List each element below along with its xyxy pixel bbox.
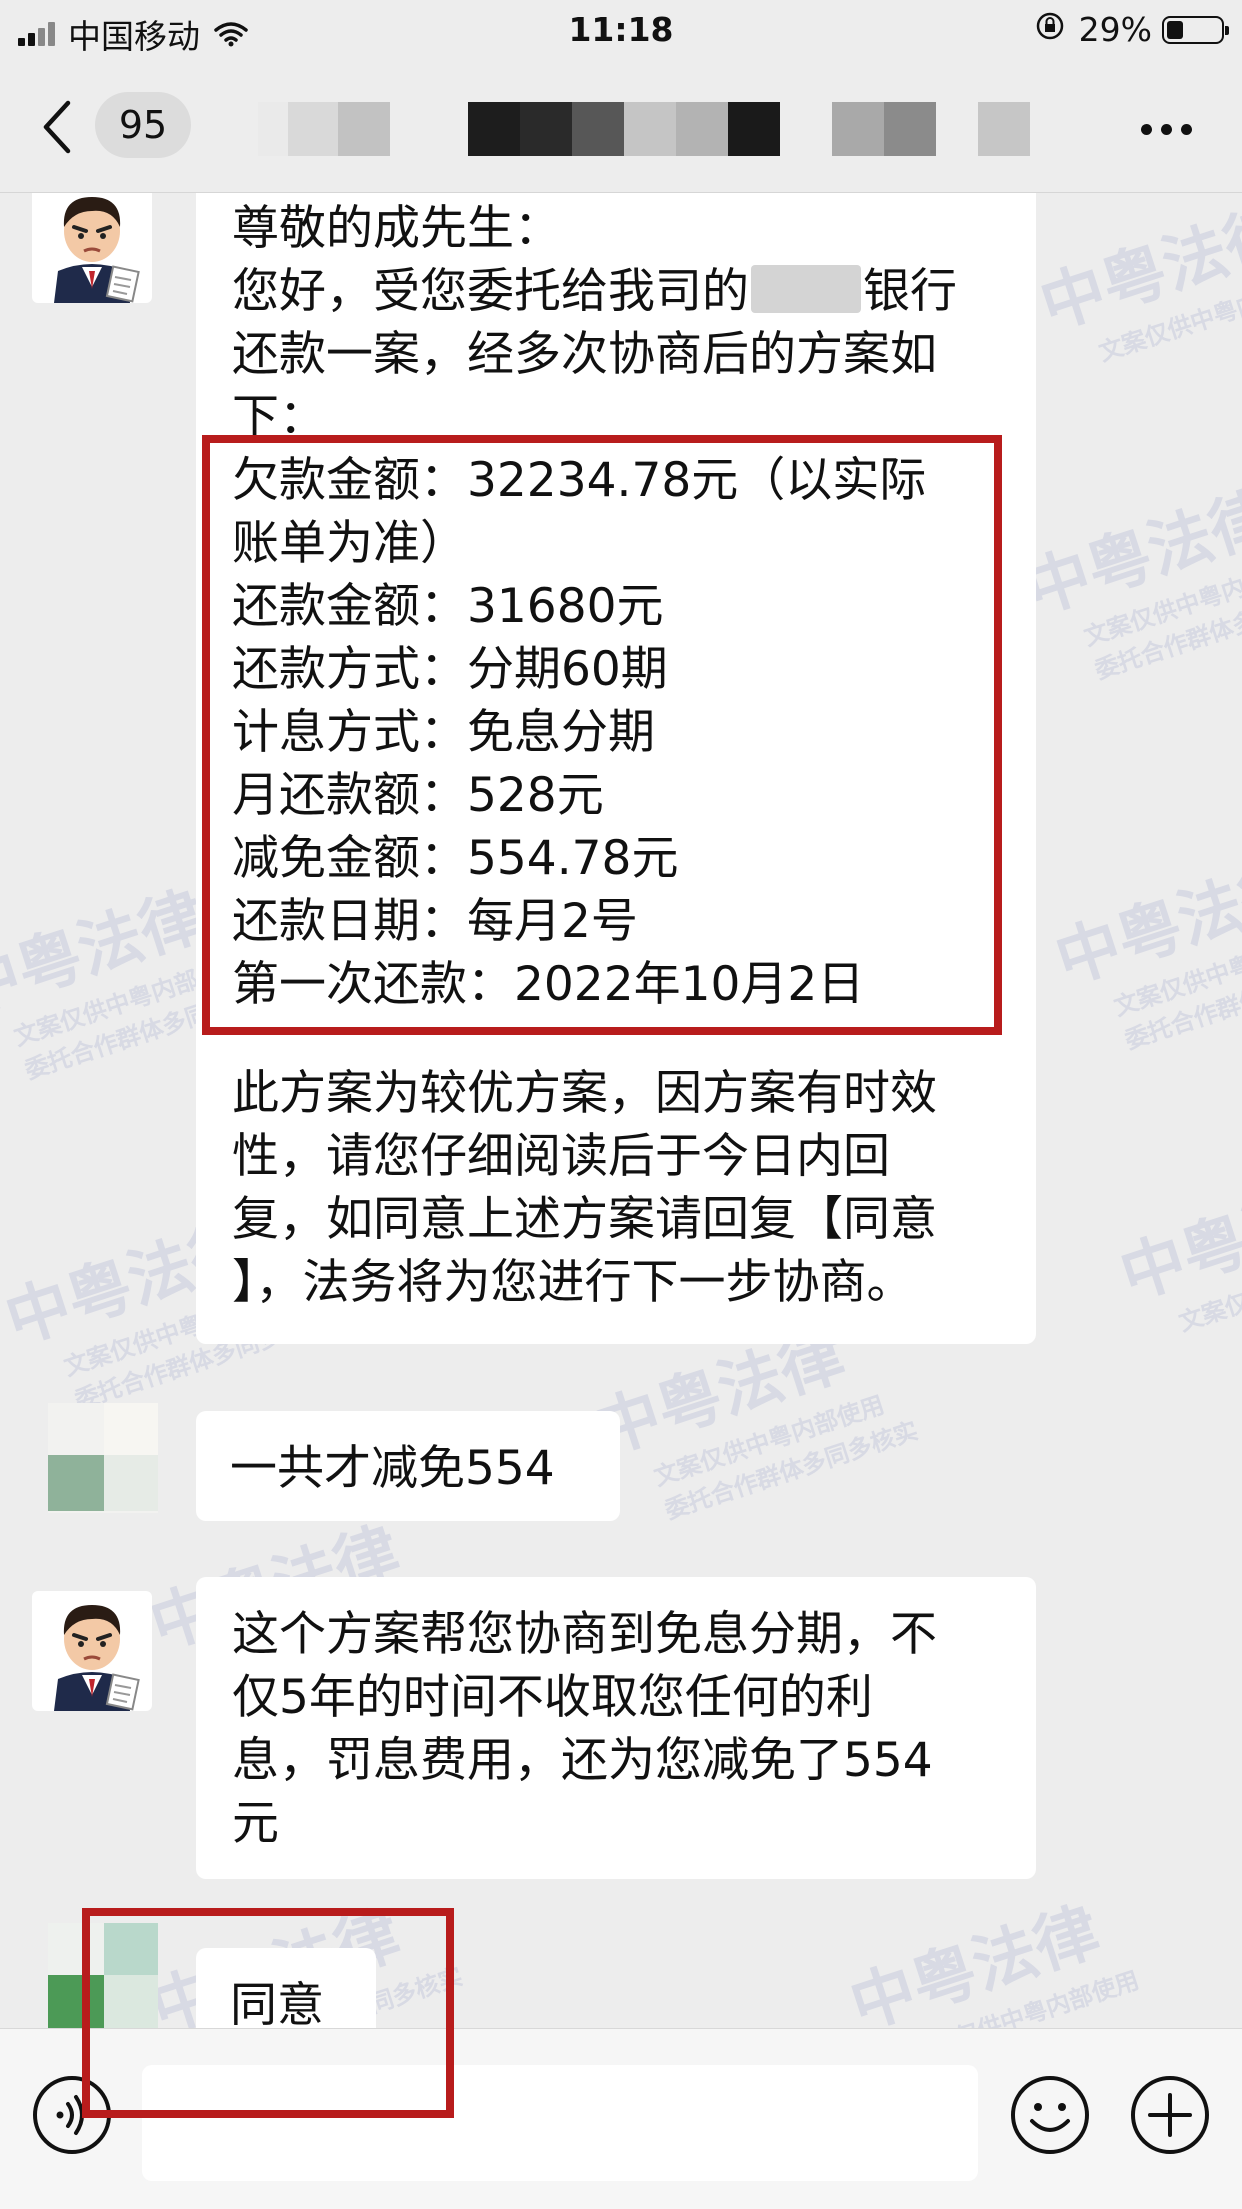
message-text: 一共才减免554	[230, 1441, 555, 1496]
plan-line: 减免金额：554.78元	[232, 831, 679, 886]
status-bar: 中国移动 11:18 29%	[0, 0, 1242, 62]
emoji-icon[interactable]	[1008, 2073, 1092, 2161]
plan-line: 欠款金额：32234.78元（以实际	[232, 453, 927, 508]
plan-line: 还款日期：每月2号	[232, 894, 638, 949]
battery-percent: 29%	[1078, 10, 1152, 49]
message-text: 银行	[863, 264, 957, 319]
more-dots-icon[interactable]	[1132, 124, 1192, 135]
user-avatar-blurred[interactable]	[48, 1403, 158, 1513]
plan-line: 计息方式：免息分期	[232, 705, 655, 760]
message-line: 此方案为较优方案，因方案有时效	[232, 1066, 937, 1121]
watermark: 中粤法律 文案仅供中粤内部使用 委托合作群体多同多核实	[1047, 849, 1242, 1055]
message-line: 复，如同意上述方案请回复【同意	[232, 1192, 937, 1247]
message-line: 】，法务将为您进行下一步协商。	[232, 1255, 914, 1310]
lawyer-avatar[interactable]	[32, 193, 152, 303]
battery-icon	[1162, 15, 1229, 44]
message-input[interactable]	[142, 2065, 978, 2181]
voice-icon[interactable]	[30, 2073, 114, 2161]
watermark: 中粤法律文案仅供中粤内部使用	[841, 1894, 1143, 2028]
message-bubble-plan[interactable]: 尊敬的成先生： 您好，受您委托给我司的 银行 还款一案，经多次协商后的方案如 下：…	[196, 193, 1036, 1344]
user-avatar-blurred[interactable]	[48, 1923, 158, 2028]
message-line: 这个方案帮您协商到免息分期，不	[232, 1607, 937, 1662]
message-line: 性，请您仔细阅读后于今日内回	[232, 1129, 890, 1184]
watermark: 中粤法律 文案仅供中粤内部使用 委托合作群体多同多核实	[1017, 479, 1242, 685]
plus-icon[interactable]	[1128, 2073, 1212, 2161]
message-line: 元	[232, 1796, 279, 1851]
chat-header: 95	[0, 62, 1242, 193]
message-line: 尊敬的成先生：	[232, 201, 561, 256]
message-text: 您好，受您委托给我司的	[232, 264, 749, 319]
watermark: 中粤法律文案仅供中粤内部使用	[1111, 1164, 1242, 1337]
message-line: 息，罚息费用，还为您减免了554	[232, 1733, 933, 1788]
message-line: 下：	[232, 390, 326, 445]
message-line: 还款一案，经多次协商后的方案如	[232, 327, 937, 382]
plan-line: 账单为准）	[232, 516, 467, 571]
status-right: 29%	[1035, 10, 1229, 49]
input-bar	[0, 2028, 1242, 2209]
orientation-lock-icon	[1035, 10, 1065, 49]
message-bubble-explanation[interactable]: 这个方案帮您协商到免息分期，不 仅5年的时间不收取您任何的利 息，罚息费用，还为…	[196, 1577, 1036, 1879]
plan-line: 还款金额：31680元	[232, 579, 664, 634]
plan-line: 还款方式：分期60期	[232, 642, 668, 697]
watermark: 中粤法律文案仅供中粤内部使用	[1031, 194, 1242, 367]
message-list[interactable]: 中粤法律 文案仅供中粤内部使用 中粤法律 文案仅供中粤内部使用 委托合作群体多同多核实…	[0, 193, 1242, 2028]
message-text: 同意	[230, 1978, 324, 2028]
plan-details: 欠款金额：32234.78元（以实际 账单为准） 还款金额：31680元 还款方…	[232, 449, 1002, 1016]
message-line: 您好，受您委托给我司的 银行	[232, 260, 1002, 323]
plan-line: 月还款额：528元	[232, 768, 604, 823]
chevron-left-icon[interactable]	[42, 100, 72, 158]
unread-count-badge[interactable]: 95	[95, 92, 191, 158]
chat-title-redacted	[258, 102, 1030, 156]
message-bubble-reply[interactable]: 一共才减免554	[196, 1411, 620, 1521]
plan-line: 第一次还款：2022年10月2日	[232, 957, 865, 1012]
lawyer-avatar[interactable]	[32, 1591, 152, 1711]
message-line: 仅5年的时间不收取您任何的利	[232, 1670, 873, 1725]
message-bubble-agree[interactable]: 同意	[196, 1948, 376, 2028]
redacted-bank-name	[751, 265, 861, 313]
